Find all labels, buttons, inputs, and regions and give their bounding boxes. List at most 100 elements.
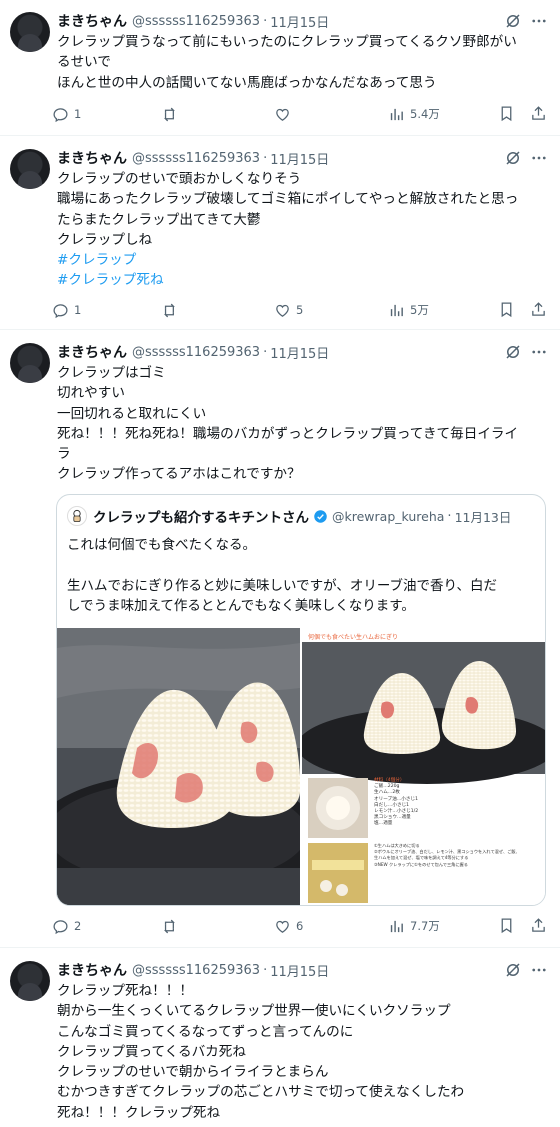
views-button[interactable]: 7.7万	[388, 916, 440, 936]
retweet-button[interactable]	[162, 104, 184, 124]
recipe-ingredients: 材料（4個分） ご飯…220g 生ハム…2枚 オリーブ油…小さじ1 白だし…小さ…	[374, 778, 418, 828]
retweet-button[interactable]	[162, 916, 184, 936]
retweet-button[interactable]	[162, 300, 184, 320]
grok-icon[interactable]	[504, 12, 522, 30]
author-handle[interactable]: @ssssss116259363	[132, 14, 260, 29]
chef-logo-icon	[73, 509, 81, 522]
quoted-tweet-header: クレラップも紹介するキチントさん @krewrap_kureha · 11月13…	[67, 506, 512, 526]
author-handle[interactable]: @ssssss116259363	[132, 963, 260, 978]
recipe-step: ③NEW クレラップに①をのせて包んで三角に握る	[374, 861, 468, 867]
tweet-header: まきちゃん @ssssss116259363 · 11月15日	[57, 148, 329, 168]
recipe-card[interactable]: 何個でも食べたい生ハムおにぎり 材料（4個分） ご飯…220g 生ハム…2枚 オ…	[302, 628, 545, 905]
reply-button[interactable]: 2	[52, 916, 81, 936]
recipe-steps: ①生ハムは大きめに切る ②ボウルにオリーブ油、白だし、レモン汁、黒コショウを入れ…	[374, 843, 520, 868]
separator-dot: ·	[447, 508, 452, 524]
tweet-text-line: クレラップ買うなって前にもいったのにクレラップ買ってくるクソ野郎がい	[57, 34, 517, 50]
quoted-tweet[interactable]: クレラップも紹介するキチントさん @krewrap_kureha · 11月13…	[56, 494, 546, 906]
onigiri-photo[interactable]	[57, 628, 300, 905]
grok-icon[interactable]	[504, 149, 522, 167]
views-button[interactable]: 5万	[388, 300, 429, 320]
avatar[interactable]	[10, 961, 50, 1001]
author-name[interactable]: まきちゃん	[57, 960, 127, 980]
quoted-avatar[interactable]	[67, 506, 87, 526]
tweet-text: クレラップはゴミ 切れやすい 一回切れると取れにくい 死ね！！！死ね死ね！職場の…	[57, 363, 549, 485]
tweet-3[interactable]: まきちゃん @ssssss116259363 · 11月15日 クレラップはゴミ…	[0, 331, 560, 948]
hashtag-link[interactable]: #クレラップ死ね	[57, 270, 549, 290]
quoted-text-line: しでうま味加えて作るととんでもなく美味しくなります。	[67, 597, 415, 614]
recipe-line: 塩…適量	[374, 821, 393, 827]
tweet-2[interactable]: まきちゃん @ssssss116259363 · 11月15日 クレラップのせい…	[0, 137, 560, 330]
separator-dot: ·	[263, 150, 268, 166]
author-name[interactable]: まきちゃん	[57, 342, 127, 362]
tweet-header: まきちゃん @ssssss116259363 · 11月15日	[57, 960, 329, 980]
author-handle[interactable]: @ssssss116259363	[132, 345, 260, 360]
author-handle[interactable]: @ssssss116259363	[132, 151, 260, 166]
tweet-text-line: 一回切れると取れにくい	[57, 405, 207, 422]
avatar[interactable]	[10, 12, 50, 52]
separator-dot: ·	[263, 13, 268, 29]
share-icon[interactable]	[530, 917, 547, 934]
tweet-text-line: クレラップしね	[57, 231, 153, 248]
view-count: 5.4万	[410, 107, 440, 121]
view-count: 5万	[410, 303, 429, 317]
tweet-text-line: 死ね！！！クレラップ死ね	[57, 1104, 221, 1121]
view-count: 7.7万	[410, 919, 440, 933]
tweet-text-line: むかつきすぎてクレラップの芯ごとハサミで切って使えなくしたわ	[57, 1084, 465, 1101]
tweet-header: まきちゃん @ssssss116259363 · 11月15日	[57, 11, 329, 31]
like-button[interactable]	[274, 104, 296, 124]
more-options-icon[interactable]	[530, 149, 548, 167]
tweet-text-line: ほんと世の中人の話聞いてない馬鹿ばっかなんだなあって思う	[57, 74, 437, 91]
tweet-text-line: クレラップのせいで朝からイライラとまらん	[57, 1064, 329, 1081]
avatar[interactable]	[10, 149, 50, 189]
grok-icon[interactable]	[504, 343, 522, 361]
share-icon[interactable]	[530, 105, 547, 122]
author-name[interactable]: まきちゃん	[57, 11, 127, 31]
tweet-date[interactable]: 11月15日	[270, 961, 329, 980]
reply-count: 1	[74, 303, 82, 317]
separator-dot: ·	[263, 344, 268, 360]
bookmark-icon[interactable]	[498, 301, 515, 318]
tweet-date[interactable]: 11月15日	[270, 149, 329, 168]
more-options-icon[interactable]	[530, 961, 548, 979]
grok-icon[interactable]	[504, 961, 522, 979]
like-count: 6	[296, 919, 304, 933]
like-count: 5	[296, 303, 304, 317]
tweet-text-line: クレラップ死ね！！！	[57, 983, 193, 999]
quoted-author-name: クレラップも紹介するキチントさん	[93, 510, 309, 526]
tweet-text: クレラップ死ね！！！ 朝から一生くっくいてるクレラップ世界一使いにくいクソラップ…	[57, 981, 549, 1123]
tweet-text-line: 切れやすい	[57, 385, 125, 402]
tweet-text-line: るせいで	[57, 54, 111, 71]
tweet-text-line: たらまたクレラップ出てきて大鬱	[57, 211, 261, 228]
hashtag-link[interactable]: #クレラップ	[57, 250, 549, 270]
tweet-text: クレラップのせいで頭おかしくなりそう 職場にあったクレラップ破壊してゴミ箱にポイ…	[57, 169, 549, 291]
author-name[interactable]: まきちゃん	[57, 148, 127, 168]
tweet-text-line: クレラップのせいで頭おかしくなりそう	[57, 171, 302, 187]
recipe-line: オリーブ油…小さじ1	[374, 796, 418, 802]
tweet-date[interactable]: 11月15日	[270, 12, 329, 31]
tweet-4[interactable]: まきちゃん @ssssss116259363 · 11月15日 クレラップ死ね！…	[0, 949, 560, 1127]
reply-count: 2	[74, 919, 82, 933]
like-button[interactable]: 5	[274, 300, 303, 320]
views-icon	[390, 304, 403, 316]
views-icon	[390, 108, 403, 120]
tweet-text-line: 朝から一生くっくいてるクレラップ世界一使いにくいクソラップ	[57, 1003, 451, 1020]
views-icon	[390, 920, 403, 932]
separator-dot: ·	[263, 962, 268, 978]
tweet-text-line: ラ	[57, 446, 71, 463]
more-options-icon[interactable]	[530, 12, 548, 30]
bookmark-icon[interactable]	[498, 917, 515, 934]
tweet-1[interactable]: まきちゃん @ssssss116259363 · 11月15日 クレラップ買うな…	[0, 0, 560, 136]
bookmark-icon[interactable]	[498, 105, 515, 122]
quoted-date: 11月13日	[454, 509, 512, 525]
tweet-text-line: クレラップ作ってるアホはこれですか？	[57, 466, 301, 483]
heart-icon	[276, 920, 289, 933]
tweet-date[interactable]: 11月15日	[270, 343, 329, 362]
reply-button[interactable]: 1	[52, 104, 81, 124]
views-button[interactable]: 5.4万	[388, 104, 440, 124]
avatar[interactable]	[10, 343, 50, 383]
share-icon[interactable]	[530, 301, 547, 318]
reply-button[interactable]: 1	[52, 300, 81, 320]
like-button[interactable]: 6	[274, 916, 303, 936]
more-options-icon[interactable]	[530, 343, 548, 361]
heart-icon	[276, 108, 289, 121]
